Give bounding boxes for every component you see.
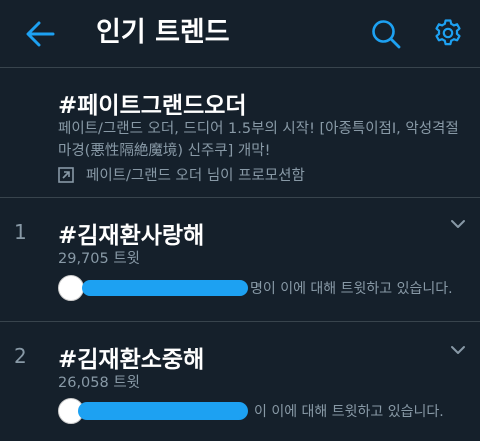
page-title: 인기 트렌드: [96, 17, 230, 48]
gear-icon: [435, 19, 461, 46]
trend-name: #김재환소중해: [58, 347, 205, 373]
avatar: [58, 275, 84, 301]
search-button[interactable]: [366, 14, 406, 54]
tweeting-people: 이 이에 대해 트윗하고 있습니다.: [58, 398, 468, 424]
promoted-by: 페이트/그랜드 오더 님이 프로모션함: [58, 164, 305, 185]
redaction-mark: [82, 280, 248, 296]
arrow-left-icon: [26, 21, 55, 47]
top-bar: 인기 트렌드: [0, 0, 480, 68]
search-icon: [372, 20, 401, 49]
tweet-count: 29,705 트윗: [58, 251, 141, 267]
trends-page: 인기 트렌드 #페이트그랜드오더 페이트/그랜드 오더, 드디어 1.5부의 시…: [0, 0, 480, 441]
trend-name: #김재환사랑해: [58, 223, 205, 249]
trend-rank: 2: [14, 344, 27, 368]
back-button[interactable]: [20, 16, 60, 52]
tweeting-people: 명이 이에 대해 트윗하고 있습니다.: [58, 275, 468, 301]
tweeting-text: 명이 이에 대해 트윗하고 있습니다.: [250, 281, 453, 297]
trend-name: #페이트그랜드오더: [58, 93, 247, 119]
promoted-arrow-icon: [58, 166, 74, 183]
trend-rank: 1: [14, 220, 27, 244]
redaction-mark: [78, 402, 248, 420]
promoted-by-label: 페이트/그랜드 오더 님이 프로모션함: [86, 168, 305, 184]
tweeting-text: 이 이에 대해 트윗하고 있습니다.: [254, 404, 444, 420]
chevron-down-icon: [451, 346, 465, 354]
tweet-count: 26,058 트윗: [58, 375, 141, 391]
trend-item[interactable]: 2 #김재환소중해 26,058 트윗 이 이에 대해 트윗하고 있습니다.: [0, 322, 480, 441]
chevron-down-icon: [451, 220, 465, 228]
trend-description: 페이트/그랜드 오더, 드디어 1.5부의 시작! [아종특이점Ⅰ, 악성격절마…: [58, 121, 459, 159]
trend-item[interactable]: 1 #김재환사랑해 29,705 트윗 명이 이에 대해 트윗하고 있습니다.: [0, 198, 480, 322]
trend-menu-button[interactable]: [448, 214, 468, 234]
settings-button[interactable]: [428, 13, 468, 53]
trend-menu-button[interactable]: [448, 340, 468, 360]
promoted-trend[interactable]: #페이트그랜드오더 페이트/그랜드 오더, 드디어 1.5부의 시작! [아종특…: [0, 68, 480, 198]
